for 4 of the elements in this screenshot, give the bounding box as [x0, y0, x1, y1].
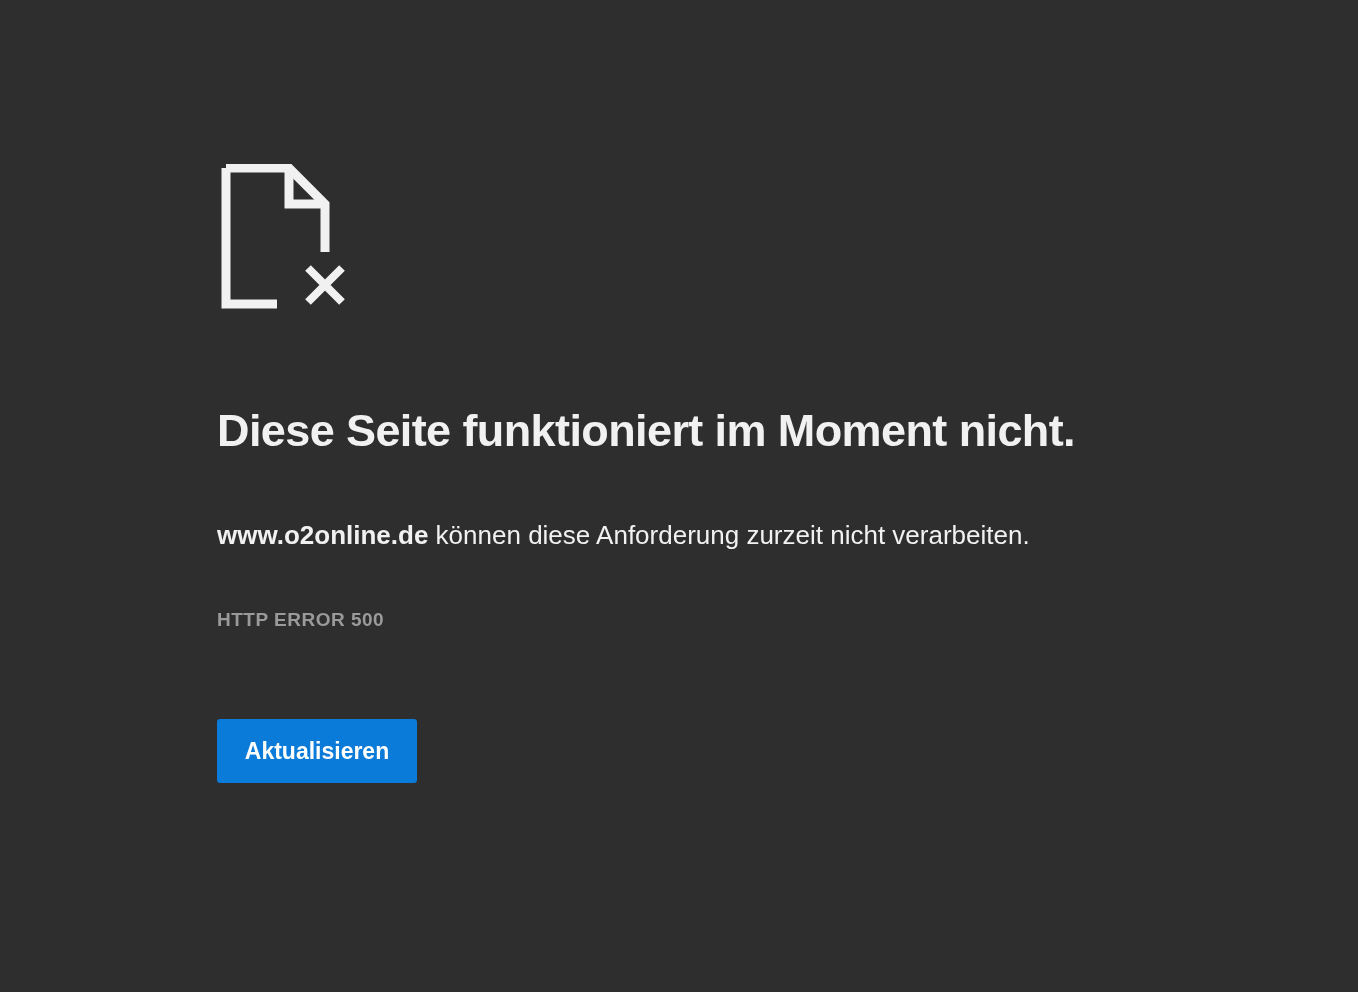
error-code: HTTP ERROR 500 [217, 609, 385, 632]
error-heading: Diese Seite funktioniert im Moment nicht. [217, 404, 1076, 458]
error-message: www.o2online.de können diese Anforderung zurzeit nicht verarbeiten. [217, 520, 1030, 552]
reload-button[interactable]: Aktualisieren [217, 719, 417, 784]
